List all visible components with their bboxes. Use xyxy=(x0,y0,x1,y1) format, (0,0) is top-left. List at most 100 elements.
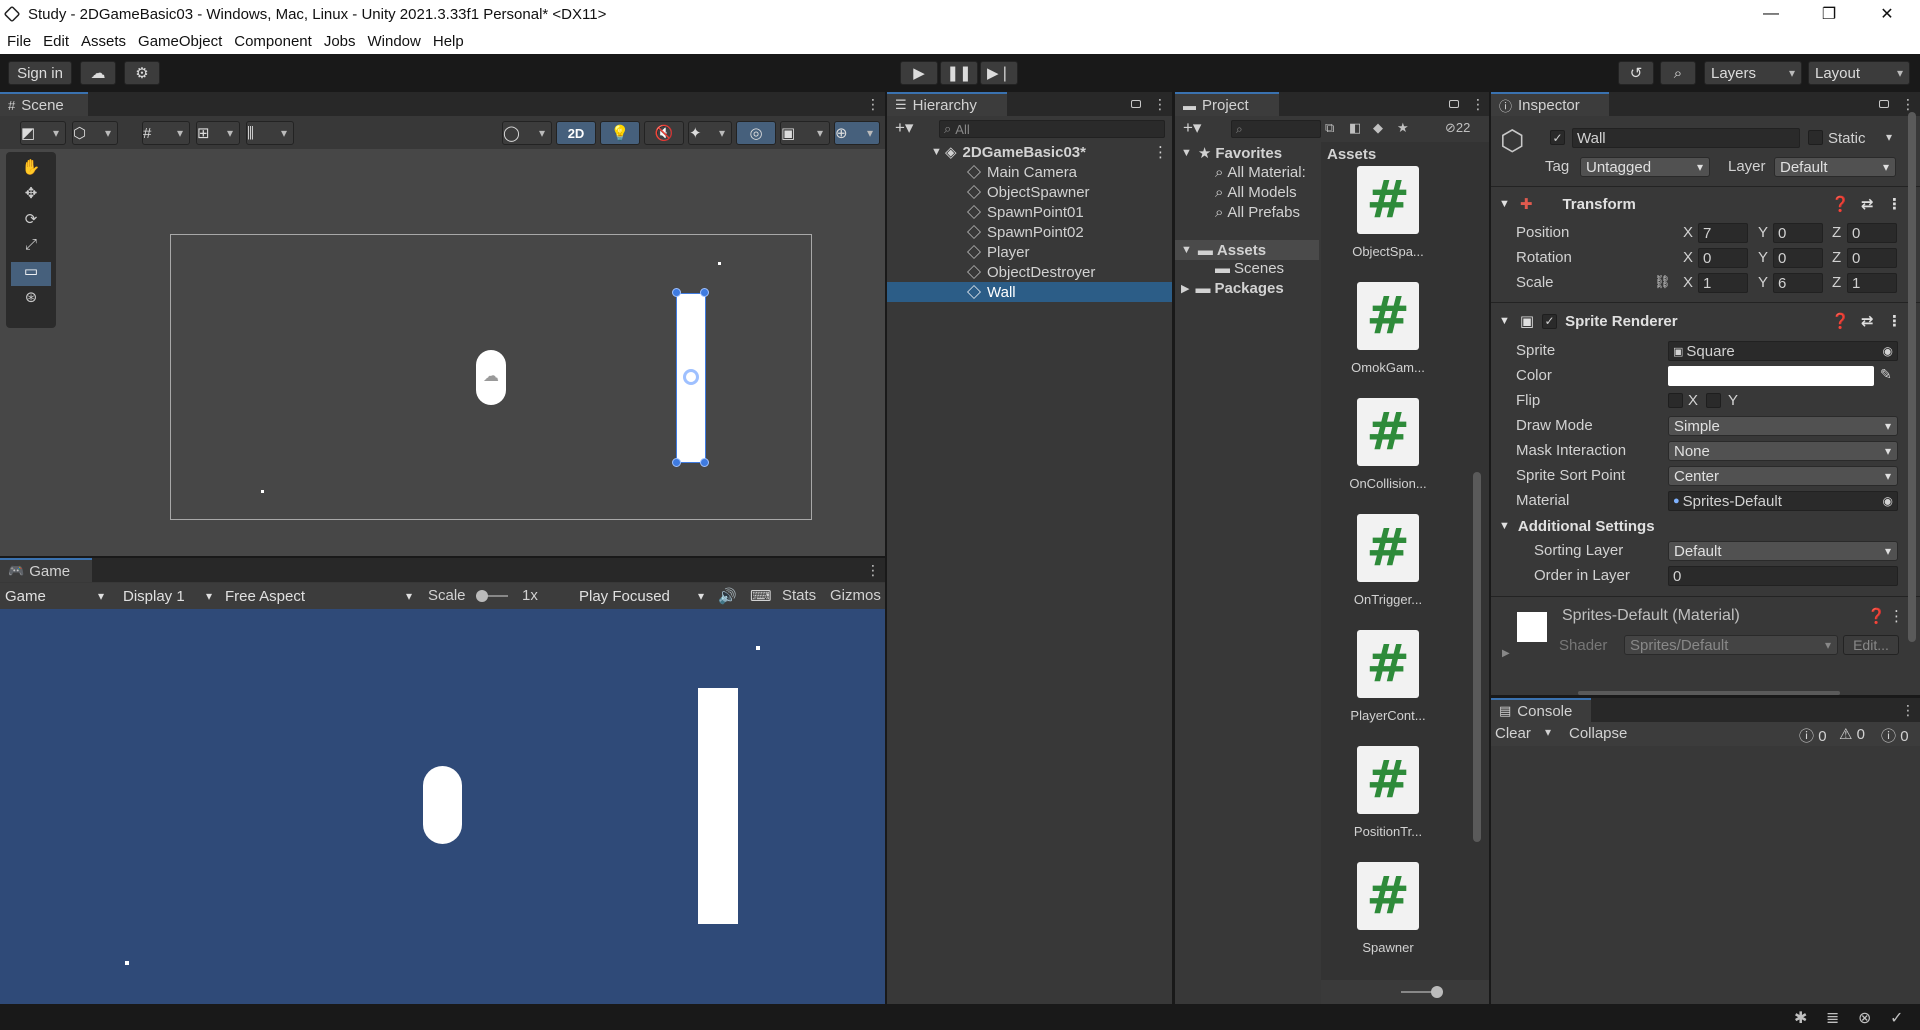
hierarchy-item[interactable]: SpawnPoint01 xyxy=(887,202,1172,222)
favorites-folder[interactable]: ▼ ★ Favorites xyxy=(1181,144,1282,163)
step-button[interactable]: ▶❘ xyxy=(980,61,1018,85)
add-plus-icon[interactable]: +▾ xyxy=(1183,118,1201,138)
audio-icon[interactable]: 🔇 xyxy=(644,121,684,145)
hierarchy-item[interactable]: Main Camera xyxy=(887,162,1172,182)
hierarchy-item[interactable]: ObjectDestroyer xyxy=(887,262,1172,282)
static-dropdown-icon[interactable]: ▾ xyxy=(1886,130,1892,144)
shader-dropdown[interactable]: Sprites/Default xyxy=(1624,635,1838,655)
cloud-icon[interactable]: ☁ xyxy=(80,61,116,85)
constrain-proportions-icon[interactable]: ⛓ xyxy=(1654,274,1671,290)
filter-type-icon[interactable]: ◧ xyxy=(1349,120,1361,136)
scale-z-input[interactable]: 1 xyxy=(1847,273,1897,293)
filter-label-icon[interactable]: ◆ xyxy=(1373,120,1383,136)
scene-camera-icon[interactable]: ▣ xyxy=(780,121,830,145)
object-picker-icon[interactable]: ◉ xyxy=(1883,344,1893,358)
info-log-toggle[interactable]: ⓘ 0 xyxy=(1799,725,1827,746)
eyedropper-icon[interactable]: ✎ xyxy=(1880,366,1892,383)
rotation-x-input[interactable]: 0 xyxy=(1698,248,1748,268)
csharp-script-icon[interactable]: # xyxy=(1357,746,1419,814)
csharp-script-icon[interactable]: # xyxy=(1357,282,1419,350)
chevron-right-icon[interactable]: ▶ xyxy=(1502,648,1510,659)
static-checkbox[interactable] xyxy=(1808,130,1823,145)
sorting-layer-dropdown[interactable]: Default xyxy=(1668,541,1898,561)
menu-help[interactable]: Help xyxy=(428,33,469,50)
favorite-item[interactable]: ⌕ All Prefabs xyxy=(1215,204,1300,221)
help-icon[interactable]: ❓ xyxy=(1831,195,1850,213)
layer-dropdown[interactable]: Default xyxy=(1774,157,1896,177)
hierarchy-search-input[interactable]: ⌕ All xyxy=(939,120,1165,138)
effects-icon[interactable]: ✦ xyxy=(688,121,732,145)
tab-inspector[interactable]: ⓘ Inspector xyxy=(1491,92,1609,116)
active-checkbox[interactable]: ✓ xyxy=(1550,130,1565,145)
lock-icon[interactable] xyxy=(1449,100,1459,108)
debug-bug-icon[interactable]: ✱ xyxy=(1794,1008,1807,1028)
hierarchy-menu-icon[interactable]: ⋮ xyxy=(1153,96,1167,113)
gizmos-button[interactable]: Gizmos xyxy=(830,587,881,604)
warning-log-toggle[interactable]: ⚠ 0 xyxy=(1839,725,1865,743)
menu-file[interactable]: File xyxy=(2,33,36,50)
increment-snap-icon[interactable]: ⊞ xyxy=(196,121,240,145)
order-in-layer-input[interactable]: 0 xyxy=(1668,566,1898,586)
sort-point-dropdown[interactable]: Center xyxy=(1668,466,1898,486)
console-menu-icon[interactable]: ⋮ xyxy=(1901,702,1915,719)
object-picker-icon[interactable]: ◉ xyxy=(1883,494,1893,508)
menu-gameobject[interactable]: GameObject xyxy=(133,33,227,50)
csharp-script-icon[interactable]: # xyxy=(1357,514,1419,582)
tag-dropdown[interactable]: Untagged xyxy=(1580,157,1710,177)
pause-button[interactable]: ❚❚ xyxy=(940,61,978,85)
csharp-script-icon[interactable]: # xyxy=(1357,862,1419,930)
grid-snap-icon[interactable]: # xyxy=(142,121,190,145)
rect-tool-icon[interactable]: ▭ xyxy=(11,262,51,286)
lighting-icon[interactable]: 💡 xyxy=(600,121,640,145)
sprite-object-field[interactable]: ▣ Square ◉ xyxy=(1668,341,1898,361)
game-menu-icon[interactable]: ⋮ xyxy=(866,562,880,579)
pivot-handle[interactable] xyxy=(683,369,699,385)
packages-folder[interactable]: ▶ ▬ Packages xyxy=(1181,280,1284,297)
draw-mode-dropdown[interactable]: Simple xyxy=(1668,416,1898,436)
selection-handle[interactable] xyxy=(700,288,709,297)
hierarchy-item[interactable]: SpawnPoint02 xyxy=(887,222,1172,242)
scale-x-input[interactable]: 1 xyxy=(1698,273,1748,293)
help-icon[interactable]: ❓ xyxy=(1867,607,1886,625)
hierarchy-item-selected[interactable]: Wall xyxy=(887,282,1172,302)
inspector-hscrollbar[interactable] xyxy=(1578,691,1840,695)
2d-toggle-button[interactable]: 2D xyxy=(556,121,596,145)
clear-button[interactable]: Clear xyxy=(1495,725,1531,742)
cache-server-icon[interactable]: ≣ xyxy=(1826,1008,1839,1028)
tab-game[interactable]: 🎮 Game xyxy=(0,558,92,582)
favorite-star-icon[interactable]: ★ xyxy=(1397,120,1409,136)
aspect-dropdown[interactable]: Free Aspect xyxy=(220,586,418,606)
game-view-dropdown[interactable]: Game xyxy=(0,586,110,606)
tab-console[interactable]: ▤ Console xyxy=(1491,698,1591,722)
close-button[interactable]: ✕ xyxy=(1858,0,1916,28)
mute-audio-icon[interactable]: 🔊 xyxy=(718,587,737,605)
position-y-input[interactable]: 0 xyxy=(1773,223,1823,243)
component-menu-icon[interactable]: ⋮ xyxy=(1887,312,1902,330)
icon-size-slider-thumb[interactable] xyxy=(1431,986,1443,998)
transform-tool-icon[interactable]: ⊛ xyxy=(11,288,51,312)
hidden-count-badge[interactable]: ⊘22 xyxy=(1445,120,1470,136)
search-icon[interactable]: ⌕ xyxy=(1660,61,1696,85)
draw-mode-icon[interactable]: ◩ xyxy=(20,121,66,145)
scale-y-input[interactable]: 6 xyxy=(1773,273,1823,293)
layout-dropdown[interactable]: Layout xyxy=(1808,61,1910,85)
object-name-input[interactable]: Wall xyxy=(1572,128,1800,148)
stats-button[interactable]: Stats xyxy=(782,587,816,604)
component-menu-icon[interactable]: ⋮ xyxy=(1889,607,1904,625)
layers-dropdown[interactable]: Layers xyxy=(1704,61,1802,85)
scale-slider-thumb[interactable] xyxy=(476,590,488,602)
material-object-field[interactable]: ● Sprites-Default ◉ xyxy=(1668,491,1898,511)
inspector-menu-icon[interactable]: ⋮ xyxy=(1901,96,1915,113)
edit-shader-button[interactable]: Edit... xyxy=(1843,635,1899,655)
player-sprite[interactable]: ☁ xyxy=(476,350,506,405)
asset-scrollbar-thumb[interactable] xyxy=(1473,472,1481,842)
tab-hierarchy[interactable]: ☰ Hierarchy xyxy=(887,92,1007,116)
orientation-icon[interactable]: ◯ xyxy=(502,121,552,145)
collab-gear-icon[interactable]: ⚙ xyxy=(124,61,160,85)
visibility-icon[interactable]: ◎ xyxy=(736,121,776,145)
rotation-y-input[interactable]: 0 xyxy=(1773,248,1823,268)
shortcuts-icon[interactable]: ⌨ xyxy=(750,587,772,605)
sign-in-button[interactable]: Sign in xyxy=(8,61,72,85)
project-search-input[interactable]: ⌕ xyxy=(1231,120,1321,138)
mask-interaction-dropdown[interactable]: None xyxy=(1668,441,1898,461)
